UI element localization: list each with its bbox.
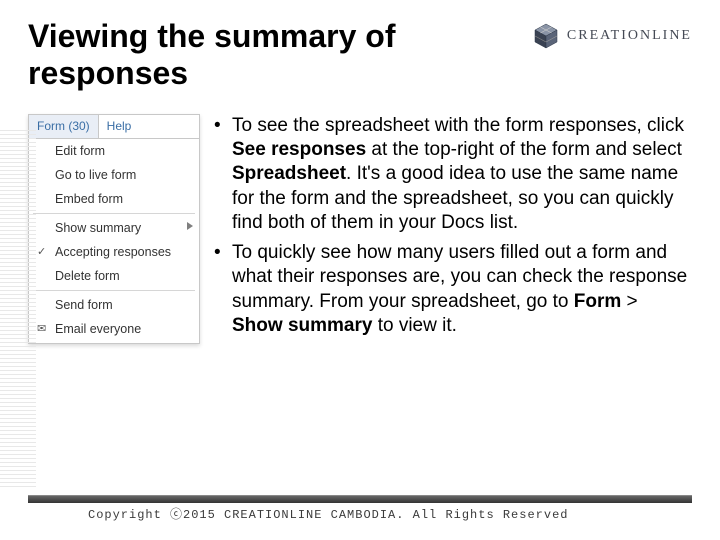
bold-text: Spreadsheet (232, 163, 346, 184)
tab-form[interactable]: Form (30) (29, 115, 99, 138)
text: To see the spreadsheet with the form res… (232, 115, 684, 136)
footer: Copyright ⓒ2015 CREATIONLINE CAMBODIA. A… (0, 495, 720, 522)
bullet-list: To see the spreadsheet with the form res… (214, 114, 692, 345)
logo-text: CREATIONLINE (567, 28, 692, 44)
menu-item-accepting-responses[interactable]: Accepting responses (29, 240, 199, 264)
menu-tabs: Form (30) Help (29, 115, 199, 139)
bullet-item: To quickly see how many users filled out… (214, 241, 692, 338)
tab-help[interactable]: Help (99, 115, 140, 138)
text: at the top-right of the form and select (366, 139, 682, 160)
bold-text: Show summary (232, 315, 372, 336)
bold-text: Form (574, 291, 622, 312)
text: > (621, 291, 637, 312)
menu-item-email-everyone[interactable]: Email everyone (29, 317, 199, 341)
form-menu-screenshot: Form (30) Help Edit form Go to live form… (28, 114, 200, 345)
menu-divider (33, 290, 195, 291)
cube-icon (531, 22, 561, 50)
menu-divider (33, 213, 195, 214)
logo: CREATIONLINE (531, 22, 692, 50)
menu-item-live-form[interactable]: Go to live form (29, 163, 199, 187)
bold-text: See responses (232, 139, 366, 160)
content: Form (30) Help Edit form Go to live form… (28, 114, 692, 345)
menu-item-embed-form[interactable]: Embed form (29, 187, 199, 211)
slide: Viewing the summary of responses CREATIO… (0, 0, 720, 540)
copyright-text: Copyright ⓒ2015 CREATIONLINE CAMBODIA. A… (28, 505, 692, 522)
header: Viewing the summary of responses CREATIO… (28, 18, 692, 92)
text: to view it. (372, 315, 456, 336)
menu-item-edit-form[interactable]: Edit form (29, 139, 199, 163)
footer-divider (28, 495, 692, 503)
menu-item-show-summary[interactable]: Show summary (29, 216, 199, 240)
bullet-item: To see the spreadsheet with the form res… (214, 114, 692, 236)
menu-item-send-form[interactable]: Send form (29, 293, 199, 317)
page-title: Viewing the summary of responses (28, 18, 518, 92)
menu-item-delete-form[interactable]: Delete form (29, 264, 199, 288)
